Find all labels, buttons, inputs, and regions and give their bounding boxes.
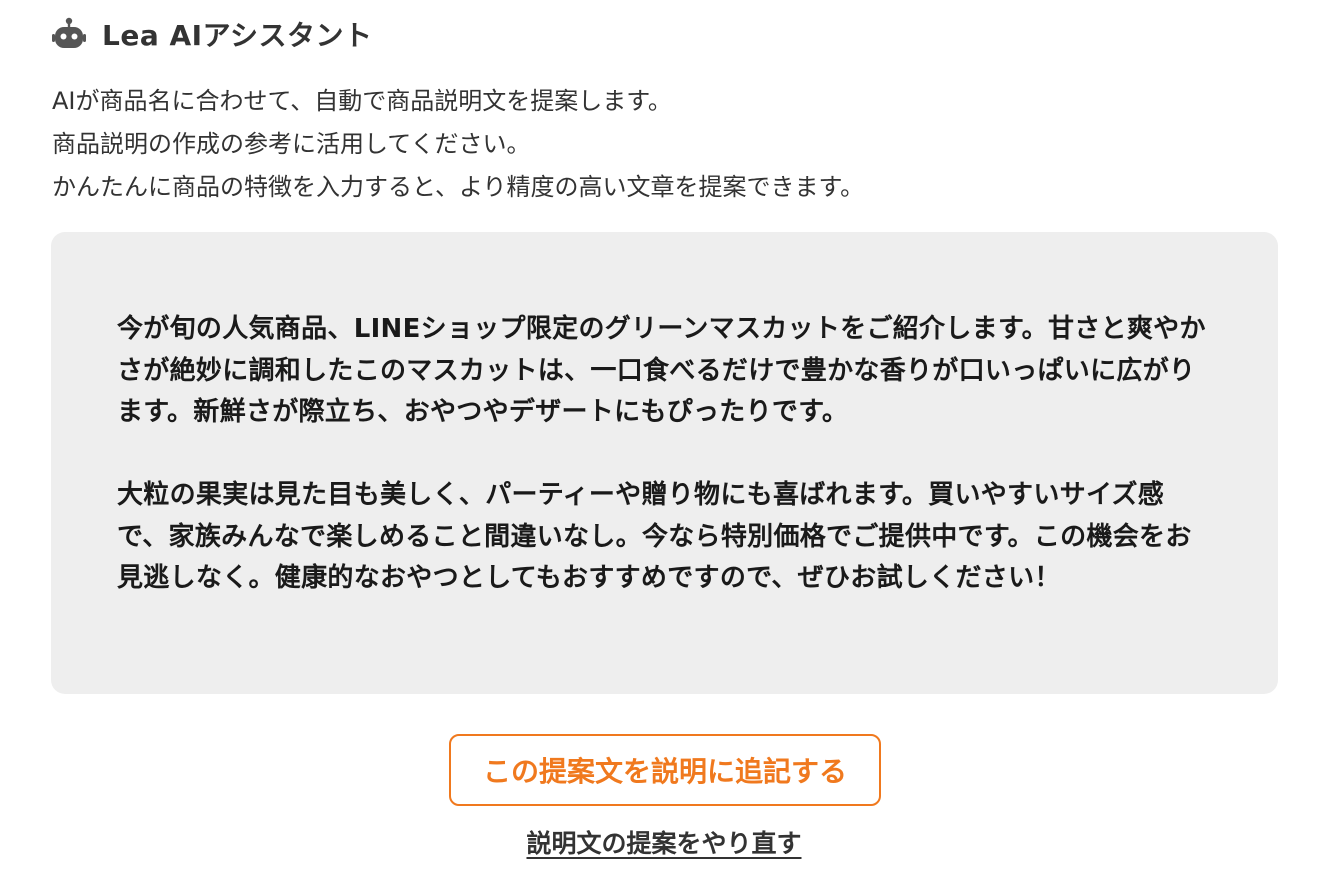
suggestion-paragraph: 今が旬の人気商品、LINEショップ限定のグリーンマスカットをご紹介します。甘さと… xyxy=(117,314,1206,427)
assistant-title: Lea AIアシスタント xyxy=(102,19,373,52)
intro-line: かんたんに商品の特徴を入力すると、より精度の高い文章を提案できます。 xyxy=(52,173,865,201)
intro-line: AIが商品名に合わせて、自動で商品説明文を提案します。 xyxy=(52,87,672,115)
intro-text: AIが商品名に合わせて、自動で商品説明文を提案します。 商品説明の作成の参考に活… xyxy=(52,80,1272,209)
append-suggestion-button[interactable]: この提案文を説明に追記する xyxy=(449,734,881,806)
suggestion-paragraph: 大粒の果実は見た目も美しく、パーティーや贈り物にも喜ばれます。買いやすいサイズ感… xyxy=(117,480,1192,593)
suggestion-box: 今が旬の人気商品、LINEショップ限定のグリーンマスカットをご紹介します。甘さと… xyxy=(51,232,1278,694)
assistant-header: Lea AIアシスタント xyxy=(52,14,372,54)
robot-icon xyxy=(52,17,86,51)
redo-suggestion-container: 説明文の提案をやり直す xyxy=(0,824,1328,864)
redo-suggestion-link[interactable]: 説明文の提案をやり直す xyxy=(526,829,801,858)
intro-line: 商品説明の作成の参考に活用してください。 xyxy=(52,130,531,158)
